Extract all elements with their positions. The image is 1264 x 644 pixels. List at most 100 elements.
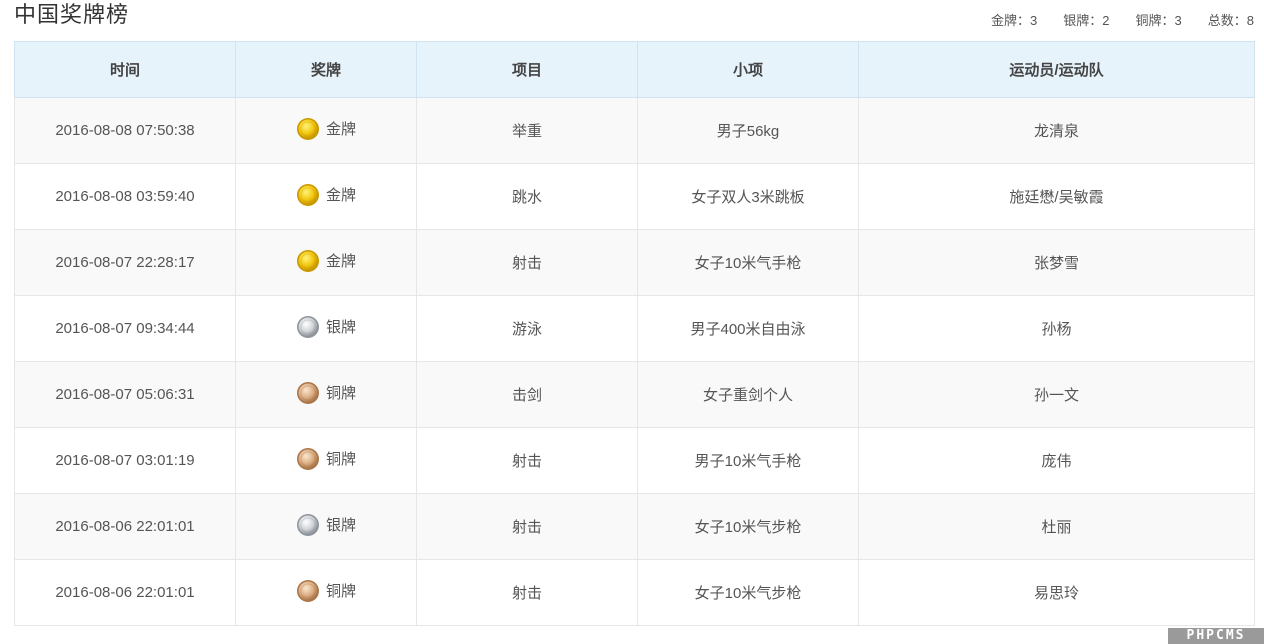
cell-medal: 银牌 — [235, 493, 417, 560]
stat-value: 3 — [1174, 13, 1182, 28]
medal-label: 银牌 — [325, 517, 356, 534]
header-row: 时间 奖牌 项目 小项 运动员/运动队 — [14, 41, 1255, 98]
silver-medal-icon — [296, 513, 319, 536]
cell-medal: 金牌 — [235, 229, 417, 296]
table-header: 时间 奖牌 项目 小项 运动员/运动队 — [14, 41, 1255, 98]
cell-sport: 举重 — [416, 97, 638, 164]
stat-label: 总数 — [1207, 13, 1234, 28]
cell-event: 女子10米气步枪 — [637, 493, 859, 560]
cell-event: 男子10米气手枪 — [637, 427, 859, 494]
cell-sport: 游泳 — [416, 295, 638, 362]
stat-value: 3 — [1029, 13, 1038, 28]
stat-gold: 金牌：3 — [991, 10, 1037, 29]
bronze-medal-icon — [296, 381, 319, 404]
medal-indicator: 金牌 — [296, 183, 356, 207]
cell-athlete: 杜丽 — [858, 493, 1255, 560]
medal-indicator: 铜牌 — [296, 579, 356, 603]
cell-event: 女子双人3米跳板 — [637, 163, 859, 230]
bronze-medal-icon — [296, 447, 319, 470]
stat-label: 银牌 — [1063, 13, 1090, 28]
cell-event: 男子400米自由泳 — [637, 295, 859, 362]
page-title: 中国奖牌榜 — [14, 2, 130, 27]
cell-medal: 铜牌 — [235, 361, 417, 428]
cell-sport: 射击 — [416, 229, 638, 296]
table-row: 2016-08-08 03:59:40 金牌 跳水 女子双人3米跳板 施廷懋/吴敏霞 — [14, 163, 1255, 230]
bronze-medal-icon — [296, 579, 319, 602]
cell-medal: 铜牌 — [235, 559, 417, 626]
medal-label: 金牌 — [325, 187, 356, 204]
medal-label: 金牌 — [325, 253, 356, 270]
cell-time: 2016-08-08 07:50:38 — [14, 97, 236, 164]
cell-athlete: 龙清泉 — [858, 97, 1255, 164]
table-row: 2016-08-07 22:28:17 金牌 射击 女子10米气手枪 张梦雪 — [14, 229, 1255, 296]
stat-value: 8 — [1246, 13, 1254, 28]
stat-total: 总数：8 — [1208, 10, 1254, 29]
cell-event: 女子10米气手枪 — [637, 229, 859, 296]
watermark-logo: PHPCMS — [1168, 628, 1264, 644]
table-row: 2016-08-06 22:01:01 铜牌 射击 女子10米气步枪 易思玲 — [14, 559, 1255, 626]
table-row: 2016-08-07 05:06:31 铜牌 击剑 女子重剑个人 孙一文 — [14, 361, 1255, 428]
medal-indicator: 银牌 — [296, 513, 356, 537]
cell-athlete: 孙杨 — [858, 295, 1255, 362]
medal-label: 银牌 — [325, 319, 356, 336]
stat-label: 金牌 — [990, 13, 1017, 28]
stat-separator: ： — [1161, 13, 1175, 28]
cell-sport: 跳水 — [416, 163, 638, 230]
medal-label: 铜牌 — [325, 583, 356, 600]
cell-time: 2016-08-08 03:59:40 — [14, 163, 236, 230]
medal-indicator: 铜牌 — [296, 447, 356, 471]
column-header-event: 小项 — [637, 41, 859, 98]
header: 中国奖牌榜 金牌：3 银牌：2 铜牌：3 总数：8 — [14, 0, 1254, 40]
gold-medal-icon — [296, 249, 319, 272]
stat-label: 铜牌 — [1135, 13, 1162, 28]
medal-indicator: 金牌 — [296, 117, 356, 141]
medal-label: 铜牌 — [325, 451, 356, 468]
medal-label: 铜牌 — [325, 385, 356, 402]
cell-sport: 射击 — [416, 493, 638, 560]
cell-medal: 金牌 — [235, 97, 417, 164]
medal-indicator: 金牌 — [296, 249, 356, 273]
cell-sport: 射击 — [416, 427, 638, 494]
stat-silver: 银牌：2 — [1063, 10, 1109, 29]
stat-separator: ： — [1089, 13, 1103, 28]
cell-athlete: 孙一文 — [858, 361, 1255, 428]
stat-separator: ： — [1016, 13, 1030, 28]
cell-event: 女子重剑个人 — [637, 361, 859, 428]
cell-medal: 铜牌 — [235, 427, 417, 494]
cell-medal: 银牌 — [235, 295, 417, 362]
cell-athlete: 易思玲 — [858, 559, 1255, 626]
table-row: 2016-08-07 03:01:19 铜牌 射击 男子10米气手枪 庞伟 — [14, 427, 1255, 494]
cell-athlete: 张梦雪 — [858, 229, 1255, 296]
page: 中国奖牌榜 金牌：3 银牌：2 铜牌：3 总数：8 时间 奖牌 项目 小项 运动… — [0, 0, 1264, 644]
stat-bronze: 铜牌：3 — [1135, 10, 1181, 29]
cell-time: 2016-08-07 05:06:31 — [14, 361, 236, 428]
cell-athlete: 施廷懋/吴敏霞 — [858, 163, 1255, 230]
medal-indicator: 银牌 — [296, 315, 356, 339]
stat-separator: ： — [1233, 13, 1247, 28]
column-header-time: 时间 — [14, 41, 236, 98]
cell-event: 男子56kg — [637, 97, 859, 164]
cell-time: 2016-08-07 03:01:19 — [14, 427, 236, 494]
cell-sport: 射击 — [416, 559, 638, 626]
cell-sport: 击剑 — [416, 361, 638, 428]
gold-medal-icon — [296, 183, 319, 206]
column-header-sport: 项目 — [416, 41, 638, 98]
stat-value: 2 — [1102, 13, 1110, 28]
table-row: 2016-08-07 09:34:44 银牌 游泳 男子400米自由泳 孙杨 — [14, 295, 1255, 362]
table-row: 2016-08-06 22:01:01 银牌 射击 女子10米气步枪 杜丽 — [14, 493, 1255, 560]
cell-medal: 金牌 — [235, 163, 417, 230]
medal-indicator: 铜牌 — [296, 381, 356, 405]
medal-stats: 金牌：3 银牌：2 铜牌：3 总数：8 — [965, 10, 1254, 29]
cell-time: 2016-08-06 22:01:01 — [14, 493, 236, 560]
medal-label: 金牌 — [325, 121, 356, 138]
cell-athlete: 庞伟 — [858, 427, 1255, 494]
gold-medal-icon — [296, 117, 319, 140]
cell-time: 2016-08-06 22:01:01 — [14, 559, 236, 626]
table-body: 2016-08-08 07:50:38 金牌 举重 男子56kg 龙清泉 2016-08-… — [14, 97, 1255, 626]
medal-table: 时间 奖牌 项目 小项 运动员/运动队 2016-08-08 07:50:38 金… — [14, 41, 1255, 626]
cell-event: 女子10米气步枪 — [637, 559, 859, 626]
silver-medal-icon — [296, 315, 319, 338]
cell-time: 2016-08-07 22:28:17 — [14, 229, 236, 296]
column-header-medal: 奖牌 — [235, 41, 417, 98]
column-header-athlete: 运动员/运动队 — [858, 41, 1255, 98]
